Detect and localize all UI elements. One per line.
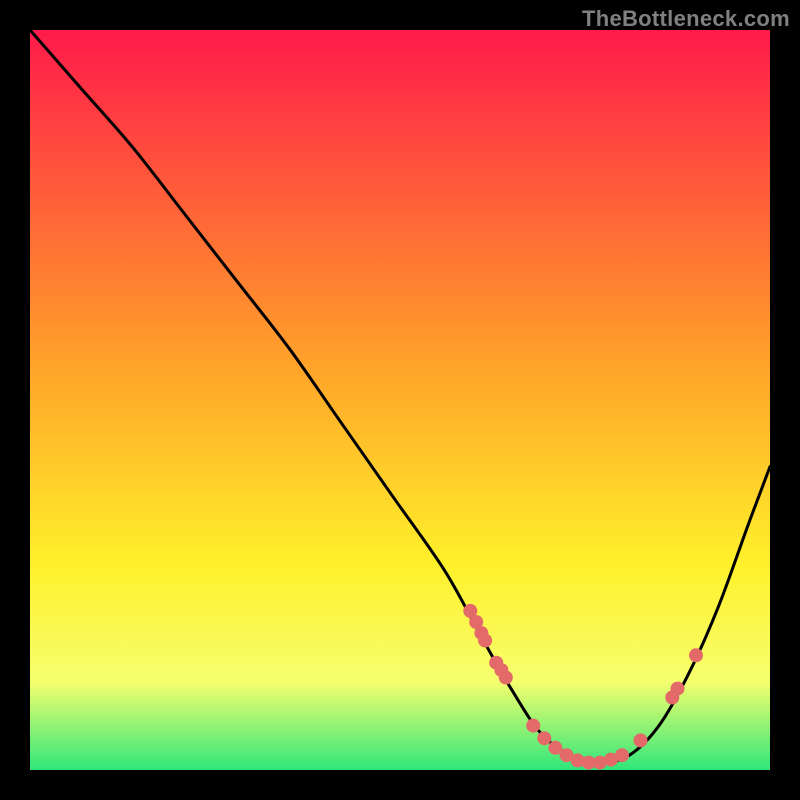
marker-point	[499, 671, 513, 685]
chart-stage: TheBottleneck.com	[0, 0, 800, 800]
chart-svg	[30, 30, 770, 770]
marker-point	[478, 634, 492, 648]
marker-point	[689, 648, 703, 662]
marker-point	[615, 748, 629, 762]
marker-point	[634, 733, 648, 747]
marker-point	[526, 719, 540, 733]
gradient-background	[30, 30, 770, 770]
marker-point	[671, 682, 685, 696]
watermark-text: TheBottleneck.com	[582, 6, 790, 32]
plot-area	[30, 30, 770, 770]
marker-point	[537, 731, 551, 745]
